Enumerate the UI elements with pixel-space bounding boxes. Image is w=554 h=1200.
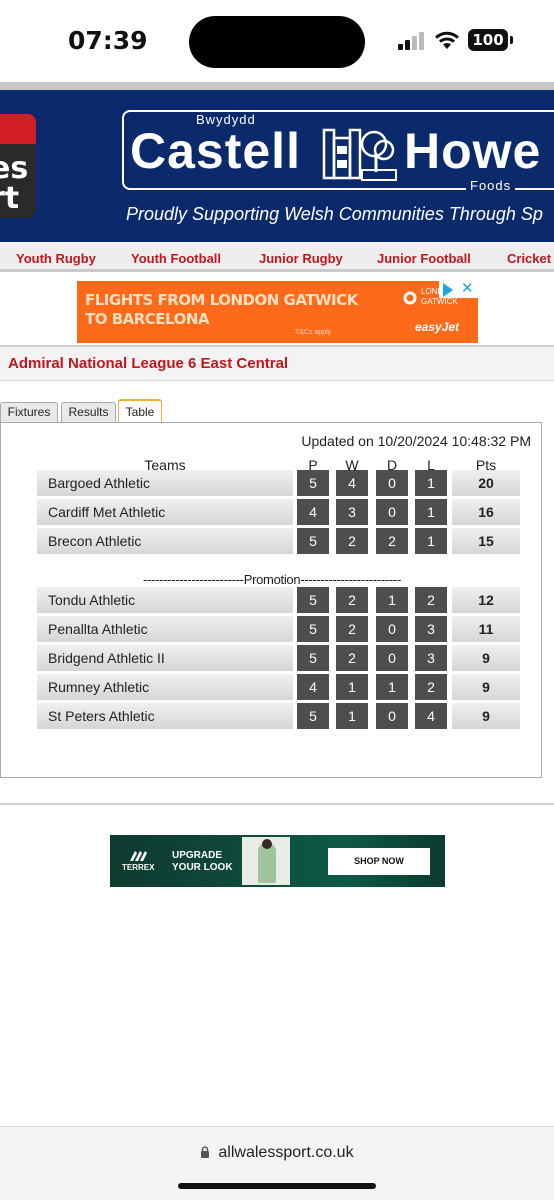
advert-controls[interactable]: ✕ bbox=[439, 281, 478, 298]
league-panel: Admiral National League 6 East Central F… bbox=[0, 345, 554, 805]
cell-drawn: 0 bbox=[376, 616, 408, 642]
header-divider bbox=[0, 82, 554, 90]
cell-drawn: 1 bbox=[376, 587, 408, 613]
cell-points: 11 bbox=[452, 616, 520, 642]
cell-won: 4 bbox=[336, 470, 368, 496]
cell-points: 9 bbox=[452, 645, 520, 671]
advert-headline: FLIGHTS FROM LONDON GATWICK TO BARCELONA bbox=[85, 291, 358, 328]
league-title-bar: Admiral National League 6 East Central bbox=[0, 347, 554, 381]
nav-item-cricket[interactable]: Cricket bbox=[507, 251, 551, 266]
sponsor-name-left: Castell bbox=[130, 123, 301, 179]
advert-brand: easyJet bbox=[415, 320, 460, 334]
url-display[interactable]: allwalessport.co.uk bbox=[0, 1144, 554, 1162]
cell-drawn: 1 bbox=[376, 674, 408, 700]
site-logo-text: esrt bbox=[0, 151, 29, 216]
league-title: Admiral National League 6 East Central bbox=[8, 355, 289, 372]
category-nav: Youth Rugby Youth Football Junior Rugby … bbox=[0, 242, 554, 272]
url-text: allwalessport.co.uk bbox=[218, 1144, 354, 1161]
promotion-divider: -------------------------Promotion------… bbox=[142, 572, 401, 587]
cell-points: 16 bbox=[452, 499, 520, 525]
adchoices-icon[interactable] bbox=[443, 283, 453, 297]
cell-lost: 3 bbox=[415, 616, 447, 642]
cell-won: 2 bbox=[336, 587, 368, 613]
cell-played: 5 bbox=[297, 528, 329, 554]
cell-played: 5 bbox=[297, 616, 329, 642]
cell-played: 4 bbox=[297, 499, 329, 525]
status-bar: 07:39 100 bbox=[0, 0, 554, 82]
cell-won: 2 bbox=[336, 528, 368, 554]
cell-points: 20 bbox=[452, 470, 520, 496]
cell-points: 9 bbox=[452, 674, 520, 700]
cell-drawn: 0 bbox=[376, 499, 408, 525]
advert-brand: TERREX bbox=[122, 851, 154, 873]
nav-item-junior-rugby[interactable]: Junior Rugby bbox=[259, 251, 343, 266]
sponsor-name-right: Howe bbox=[404, 123, 542, 179]
team-name[interactable]: Cardiff Met Athletic bbox=[37, 499, 293, 525]
cell-points: 9 bbox=[452, 703, 520, 729]
wifi-icon bbox=[435, 31, 459, 49]
cell-won: 2 bbox=[336, 616, 368, 642]
sponsor-tagline: Proudly Supporting Welsh Communities Thr… bbox=[126, 204, 543, 224]
close-icon[interactable]: ✕ bbox=[461, 281, 474, 297]
cell-points: 12 bbox=[452, 587, 520, 613]
team-name[interactable]: Tondu Athletic bbox=[37, 587, 293, 613]
cell-played: 5 bbox=[297, 470, 329, 496]
cell-played: 5 bbox=[297, 703, 329, 729]
cell-drawn: 2 bbox=[376, 528, 408, 554]
cell-lost: 1 bbox=[415, 470, 447, 496]
cell-lost: 4 bbox=[415, 703, 447, 729]
cell-points: 15 bbox=[452, 528, 520, 554]
cell-won: 1 bbox=[336, 674, 368, 700]
updated-timestamp: Updated on 10/20/2024 10:48:32 PM bbox=[301, 433, 531, 449]
advert-headline: UPGRADE YOUR LOOK bbox=[172, 850, 233, 873]
battery-tip bbox=[510, 36, 513, 44]
league-table: Updated on 10/20/2024 10:48:32 PM Teams … bbox=[0, 422, 542, 778]
team-name[interactable]: Bridgend Athletic II bbox=[37, 645, 293, 671]
nav-item-youth-football[interactable]: Youth Football bbox=[131, 251, 221, 266]
site-logo[interactable]: esrt bbox=[0, 114, 36, 218]
advert-adidas-terrex[interactable]: TERREX UPGRADE YOUR LOOK SHOP NOW bbox=[110, 835, 445, 887]
advert-easyjet[interactable]: FLIGHTS FROM LONDON GATWICK TO BARCELONA … bbox=[77, 281, 478, 343]
adidas-logo-icon bbox=[130, 851, 148, 861]
team-name[interactable]: Bargoed Athletic bbox=[37, 470, 293, 496]
clock: 07:39 bbox=[68, 26, 148, 55]
shop-now-button[interactable]: SHOP NOW bbox=[328, 848, 430, 875]
cell-played: 5 bbox=[297, 645, 329, 671]
advert-product-photo bbox=[242, 837, 290, 885]
tab-results[interactable]: Results bbox=[61, 402, 116, 422]
cellular-signal-icon bbox=[398, 32, 426, 50]
nav-item-youth-rugby[interactable]: Youth Rugby bbox=[16, 251, 96, 266]
cell-played: 5 bbox=[297, 587, 329, 613]
nav-item-junior-football[interactable]: Junior Football bbox=[377, 251, 471, 266]
cell-drawn: 0 bbox=[376, 703, 408, 729]
advert-terms: T&Cs apply bbox=[295, 329, 332, 336]
dynamic-island bbox=[189, 16, 365, 68]
cell-lost: 1 bbox=[415, 528, 447, 554]
browser-address-bar[interactable]: allwalessport.co.uk bbox=[0, 1126, 554, 1200]
sponsor-foods-label: Foods bbox=[466, 178, 516, 193]
team-name[interactable]: St Peters Athletic bbox=[37, 703, 293, 729]
cell-won: 2 bbox=[336, 645, 368, 671]
cell-won: 1 bbox=[336, 703, 368, 729]
cell-drawn: 0 bbox=[376, 645, 408, 671]
battery-icon: 100 bbox=[468, 29, 508, 51]
cell-lost: 3 bbox=[415, 645, 447, 671]
cell-lost: 2 bbox=[415, 587, 447, 613]
cell-won: 3 bbox=[336, 499, 368, 525]
castle-tree-icon bbox=[322, 128, 397, 181]
home-indicator[interactable] bbox=[178, 1183, 376, 1189]
team-name[interactable]: Penallta Athletic bbox=[37, 616, 293, 642]
team-name[interactable]: Brecon Athletic bbox=[37, 528, 293, 554]
cell-drawn: 0 bbox=[376, 470, 408, 496]
sponsor-banner[interactable]: esrt Bwydydd Castell Howe Foods Proudly … bbox=[0, 90, 554, 242]
cell-lost: 2 bbox=[415, 674, 447, 700]
tab-table[interactable]: Table bbox=[118, 399, 162, 423]
cell-lost: 1 bbox=[415, 499, 447, 525]
cell-played: 4 bbox=[297, 674, 329, 700]
lock-icon bbox=[201, 1146, 210, 1158]
team-name[interactable]: Rumney Athletic bbox=[37, 674, 293, 700]
gatwick-logo-icon bbox=[403, 291, 417, 305]
tab-fixtures[interactable]: Fixtures bbox=[0, 402, 58, 422]
